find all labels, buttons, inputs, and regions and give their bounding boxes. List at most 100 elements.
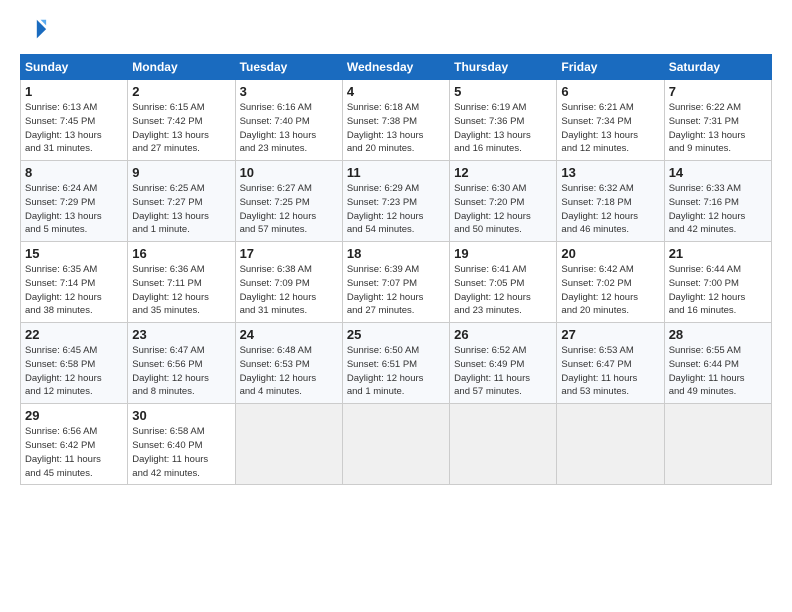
day-number: 26 <box>454 327 552 342</box>
day-detail: Sunrise: 6:15 AMSunset: 7:42 PMDaylight:… <box>132 101 230 156</box>
day-detail: Sunrise: 6:58 AMSunset: 6:40 PMDaylight:… <box>132 425 230 480</box>
day-number: 21 <box>669 246 767 261</box>
day-detail: Sunrise: 6:19 AMSunset: 7:36 PMDaylight:… <box>454 101 552 156</box>
calendar-cell: 19Sunrise: 6:41 AMSunset: 7:05 PMDayligh… <box>450 242 557 323</box>
day-detail: Sunrise: 6:16 AMSunset: 7:40 PMDaylight:… <box>240 101 338 156</box>
calendar-cell: 2 Sunrise: 6:15 AMSunset: 7:42 PMDaylight… <box>128 80 235 161</box>
calendar-cell: 4 Sunrise: 6:18 AMSunset: 7:38 PMDaylight… <box>342 80 449 161</box>
day-detail: Sunrise: 6:42 AMSunset: 7:02 PMDaylight:… <box>561 263 659 318</box>
day-number: 18 <box>347 246 445 261</box>
col-header-sunday: Sunday <box>21 55 128 80</box>
day-detail: Sunrise: 6:52 AMSunset: 6:49 PMDaylight:… <box>454 344 552 399</box>
calendar-cell <box>557 404 664 485</box>
week-row-3: 15Sunrise: 6:35 AMSunset: 7:14 PMDayligh… <box>21 242 772 323</box>
week-row-1: 1 Sunrise: 6:13 AMSunset: 7:45 PMDaylight… <box>21 80 772 161</box>
day-number: 4 <box>347 84 445 99</box>
calendar-cell: 28 Sunrise: 6:55 AMSunset: 6:44 PMDayligh… <box>664 323 771 404</box>
calendar-table: SundayMondayTuesdayWednesdayThursdayFrid… <box>20 54 772 485</box>
day-detail: Sunrise: 6:45 AMSunset: 6:58 PMDaylight:… <box>25 344 123 399</box>
col-header-monday: Monday <box>128 55 235 80</box>
logo <box>20 16 52 44</box>
day-number: 19 <box>454 246 552 261</box>
day-detail: Sunrise: 6:30 AMSunset: 7:20 PMDaylight:… <box>454 182 552 237</box>
calendar-cell: 14 Sunrise: 6:33 AMSunset: 7:16 PMDayligh… <box>664 161 771 242</box>
day-number: 20 <box>561 246 659 261</box>
day-number: 29 <box>25 408 123 423</box>
day-number: 23 <box>132 327 230 342</box>
day-detail: Sunrise: 6:56 AMSunset: 6:42 PMDaylight:… <box>25 425 123 480</box>
day-number: 1 <box>25 84 123 99</box>
header <box>20 16 772 44</box>
day-number: 24 <box>240 327 338 342</box>
calendar-cell: 15Sunrise: 6:35 AMSunset: 7:14 PMDayligh… <box>21 242 128 323</box>
calendar-cell <box>664 404 771 485</box>
calendar-cell: 6 Sunrise: 6:21 AMSunset: 7:34 PMDaylight… <box>557 80 664 161</box>
calendar-cell: 8 Sunrise: 6:24 AMSunset: 7:29 PMDaylight… <box>21 161 128 242</box>
day-number: 8 <box>25 165 123 180</box>
day-number: 14 <box>669 165 767 180</box>
day-detail: Sunrise: 6:55 AMSunset: 6:44 PMDaylight:… <box>669 344 767 399</box>
day-detail: Sunrise: 6:39 AMSunset: 7:07 PMDaylight:… <box>347 263 445 318</box>
day-detail: Sunrise: 6:25 AMSunset: 7:27 PMDaylight:… <box>132 182 230 237</box>
day-number: 25 <box>347 327 445 342</box>
day-number: 16 <box>132 246 230 261</box>
day-detail: Sunrise: 6:18 AMSunset: 7:38 PMDaylight:… <box>347 101 445 156</box>
calendar-header: SundayMondayTuesdayWednesdayThursdayFrid… <box>21 55 772 80</box>
week-row-5: 29 Sunrise: 6:56 AMSunset: 6:42 PMDayligh… <box>21 404 772 485</box>
calendar-cell: 18 Sunrise: 6:39 AMSunset: 7:07 PMDayligh… <box>342 242 449 323</box>
day-number: 13 <box>561 165 659 180</box>
calendar-cell: 13Sunrise: 6:32 AMSunset: 7:18 PMDayligh… <box>557 161 664 242</box>
day-number: 10 <box>240 165 338 180</box>
day-detail: Sunrise: 6:48 AMSunset: 6:53 PMDaylight:… <box>240 344 338 399</box>
day-detail: Sunrise: 6:33 AMSunset: 7:16 PMDaylight:… <box>669 182 767 237</box>
calendar-cell: 27Sunrise: 6:53 AMSunset: 6:47 PMDayligh… <box>557 323 664 404</box>
calendar-cell <box>450 404 557 485</box>
week-row-4: 22Sunrise: 6:45 AMSunset: 6:58 PMDayligh… <box>21 323 772 404</box>
calendar-cell: 17Sunrise: 6:38 AMSunset: 7:09 PMDayligh… <box>235 242 342 323</box>
day-detail: Sunrise: 6:47 AMSunset: 6:56 PMDaylight:… <box>132 344 230 399</box>
col-header-saturday: Saturday <box>664 55 771 80</box>
calendar-cell: 5 Sunrise: 6:19 AMSunset: 7:36 PMDaylight… <box>450 80 557 161</box>
logo-icon <box>20 16 48 44</box>
col-header-wednesday: Wednesday <box>342 55 449 80</box>
calendar-cell: 1 Sunrise: 6:13 AMSunset: 7:45 PMDaylight… <box>21 80 128 161</box>
day-number: 11 <box>347 165 445 180</box>
page: SundayMondayTuesdayWednesdayThursdayFrid… <box>0 0 792 612</box>
calendar-cell: 16Sunrise: 6:36 AMSunset: 7:11 PMDayligh… <box>128 242 235 323</box>
calendar-cell: 3 Sunrise: 6:16 AMSunset: 7:40 PMDaylight… <box>235 80 342 161</box>
day-detail: Sunrise: 6:22 AMSunset: 7:31 PMDaylight:… <box>669 101 767 156</box>
col-header-friday: Friday <box>557 55 664 80</box>
day-detail: Sunrise: 6:21 AMSunset: 7:34 PMDaylight:… <box>561 101 659 156</box>
day-detail: Sunrise: 6:44 AMSunset: 7:00 PMDaylight:… <box>669 263 767 318</box>
day-number: 28 <box>669 327 767 342</box>
day-number: 2 <box>132 84 230 99</box>
day-detail: Sunrise: 6:13 AMSunset: 7:45 PMDaylight:… <box>25 101 123 156</box>
calendar-cell: 21 Sunrise: 6:44 AMSunset: 7:00 PMDayligh… <box>664 242 771 323</box>
calendar-cell: 10 Sunrise: 6:27 AMSunset: 7:25 PMDayligh… <box>235 161 342 242</box>
day-detail: Sunrise: 6:24 AMSunset: 7:29 PMDaylight:… <box>25 182 123 237</box>
day-detail: Sunrise: 6:27 AMSunset: 7:25 PMDaylight:… <box>240 182 338 237</box>
header-row: SundayMondayTuesdayWednesdayThursdayFrid… <box>21 55 772 80</box>
calendar-cell: 29 Sunrise: 6:56 AMSunset: 6:42 PMDayligh… <box>21 404 128 485</box>
calendar-cell: 12 Sunrise: 6:30 AMSunset: 7:20 PMDayligh… <box>450 161 557 242</box>
day-detail: Sunrise: 6:35 AMSunset: 7:14 PMDaylight:… <box>25 263 123 318</box>
col-header-thursday: Thursday <box>450 55 557 80</box>
calendar-cell: 9Sunrise: 6:25 AMSunset: 7:27 PMDaylight… <box>128 161 235 242</box>
day-number: 3 <box>240 84 338 99</box>
calendar-cell: 20 Sunrise: 6:42 AMSunset: 7:02 PMDayligh… <box>557 242 664 323</box>
day-detail: Sunrise: 6:29 AMSunset: 7:23 PMDaylight:… <box>347 182 445 237</box>
day-number: 17 <box>240 246 338 261</box>
day-number: 12 <box>454 165 552 180</box>
calendar-cell: 30 Sunrise: 6:58 AMSunset: 6:40 PMDayligh… <box>128 404 235 485</box>
day-number: 5 <box>454 84 552 99</box>
day-number: 6 <box>561 84 659 99</box>
calendar-cell: 7Sunrise: 6:22 AMSunset: 7:31 PMDaylight… <box>664 80 771 161</box>
calendar-cell: 26 Sunrise: 6:52 AMSunset: 6:49 PMDayligh… <box>450 323 557 404</box>
calendar-cell: 23 Sunrise: 6:47 AMSunset: 6:56 PMDayligh… <box>128 323 235 404</box>
day-number: 30 <box>132 408 230 423</box>
calendar-cell: 11 Sunrise: 6:29 AMSunset: 7:23 PMDayligh… <box>342 161 449 242</box>
calendar-cell <box>235 404 342 485</box>
calendar-cell: 25 Sunrise: 6:50 AMSunset: 6:51 PMDayligh… <box>342 323 449 404</box>
day-number: 27 <box>561 327 659 342</box>
day-detail: Sunrise: 6:50 AMSunset: 6:51 PMDaylight:… <box>347 344 445 399</box>
